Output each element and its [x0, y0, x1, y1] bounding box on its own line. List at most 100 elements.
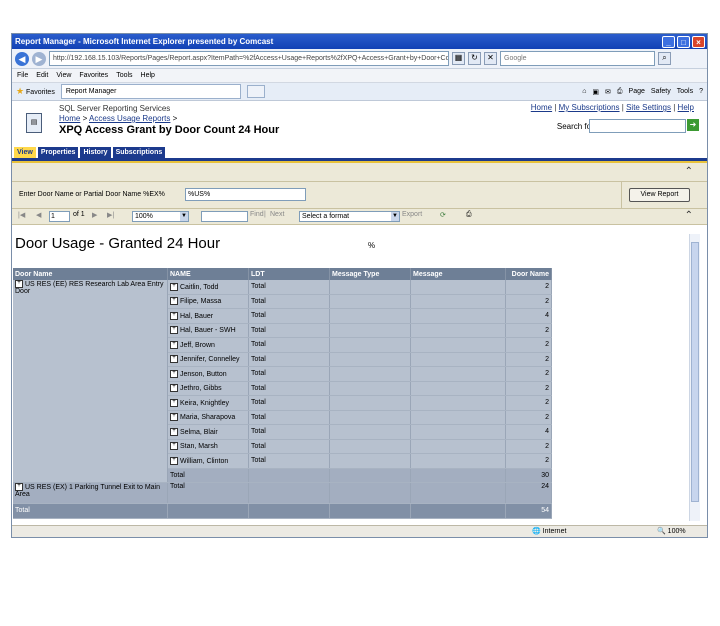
browser-tab[interactable]: Report Manager	[60, 84, 241, 99]
close-button[interactable]: ×	[692, 35, 705, 48]
tab-properties[interactable]: Properties	[37, 147, 79, 158]
report-icon: ▤	[26, 113, 42, 133]
message-cell	[410, 337, 506, 353]
col-name: NAME	[167, 268, 249, 280]
expand-icon[interactable]: +	[170, 398, 178, 407]
person-name: Selma, Blair	[180, 428, 218, 436]
empty-cell	[329, 503, 411, 519]
zoom-status[interactable]: 🔍 100%	[657, 527, 686, 535]
breadcrumb-folder[interactable]: Access Usage Reports	[89, 114, 170, 123]
message-cell	[410, 381, 506, 396]
collapse-icon[interactable]: ⌃	[685, 166, 693, 177]
address-bar[interactable]: http://192.168.15.103/Reports/Pages/Repo…	[49, 51, 449, 66]
page-number-input[interactable]: 1	[49, 211, 70, 222]
mail-icon[interactable]: ✉	[605, 88, 611, 96]
help-icon[interactable]: ?	[699, 88, 703, 96]
find-link[interactable]: Find	[250, 211, 264, 218]
expand-icon[interactable]: +	[170, 297, 178, 306]
message-type-cell	[329, 381, 411, 396]
expand-icon[interactable]: +	[170, 427, 178, 436]
tab-history[interactable]: History	[80, 147, 111, 158]
scrollbar-thumb[interactable]	[691, 242, 699, 502]
expand-icon[interactable]: +	[170, 384, 178, 393]
feeds-icon[interactable]: ▣	[592, 88, 599, 96]
person-name: Hal, Bauer	[180, 312, 214, 320]
print-report-icon[interactable]: ⎙	[466, 211, 472, 219]
message-cell	[410, 424, 506, 440]
expand-icon[interactable]: +	[170, 413, 178, 422]
count-cell: 2	[505, 410, 552, 425]
tab-view[interactable]: View	[14, 147, 36, 158]
expand-icon[interactable]: +	[15, 483, 23, 491]
safety-menu[interactable]: Safety	[651, 88, 671, 96]
menu-help[interactable]: Help	[141, 72, 155, 79]
expand-icon[interactable]: +	[170, 340, 178, 349]
expand-icon[interactable]: +	[170, 355, 178, 364]
expand-icon[interactable]: +	[170, 282, 178, 291]
print-icon[interactable]: ⎙	[617, 88, 623, 96]
expand-icon[interactable]: +	[170, 442, 178, 451]
search-input[interactable]: Google	[500, 51, 655, 66]
name-cell: + Keira, Knightley	[167, 395, 249, 411]
export-link[interactable]: Export	[402, 211, 422, 218]
name-cell: + Jethro, Gibbs	[167, 381, 249, 396]
message-cell	[410, 308, 506, 324]
stop-icon[interactable]: ✕	[484, 52, 497, 65]
expand-icon[interactable]: +	[170, 456, 178, 465]
vertical-scrollbar[interactable]	[689, 234, 700, 521]
menu-favorites[interactable]: Favorites	[79, 72, 108, 79]
table-row: + US RES (EE) RES Research Lab Area Entry…	[13, 280, 552, 483]
next-link[interactable]: Next	[270, 211, 284, 218]
message-cell	[410, 453, 506, 469]
minimize-button[interactable]: _	[662, 35, 675, 48]
tools-menu[interactable]: Tools	[677, 88, 693, 96]
menu-view[interactable]: View	[56, 72, 71, 79]
breadcrumb-home[interactable]: Home	[59, 114, 80, 123]
next-page-icon[interactable]: ▶	[92, 211, 97, 219]
menu-tools[interactable]: Tools	[116, 72, 132, 79]
export-format-select[interactable]: Select a format ▼	[299, 211, 400, 222]
menu-file[interactable]: File	[17, 72, 28, 79]
count-cell: 2	[505, 337, 552, 353]
maximize-button[interactable]: □	[677, 35, 690, 48]
search-icon[interactable]: ⌕	[658, 52, 671, 65]
refresh-icon[interactable]: ↻	[468, 52, 481, 65]
expand-icon[interactable]: +	[170, 369, 178, 378]
first-page-icon[interactable]: |◀	[18, 211, 25, 219]
home-icon[interactable]: ⌂	[582, 88, 586, 96]
new-tab-button[interactable]	[246, 85, 265, 98]
find-input[interactable]	[201, 211, 248, 222]
collapse-toolbar-icon[interactable]: ⌃	[685, 210, 693, 221]
forward-button[interactable]: ▶	[32, 51, 46, 66]
go-button[interactable]: ➜	[687, 119, 699, 131]
person-name: Keira, Knightley	[180, 399, 230, 407]
ldt-cell: Total	[248, 323, 330, 338]
door-name-input[interactable]: %US%	[185, 188, 306, 201]
expand-icon[interactable]: +	[15, 280, 23, 288]
back-button[interactable]: ◀	[15, 51, 29, 66]
person-name: William, Clinton	[180, 457, 229, 465]
name-cell: + Hal, Bauer - SWH	[167, 323, 249, 338]
link-site-settings[interactable]: Site Settings	[626, 103, 671, 112]
zoom-select[interactable]: 100% ▼	[132, 211, 189, 222]
link-home[interactable]: Home	[531, 103, 552, 112]
tab-subscriptions[interactable]: Subscriptions	[112, 147, 166, 158]
prev-page-icon[interactable]: ◀	[36, 211, 41, 219]
site-search-input[interactable]	[589, 119, 686, 133]
expand-icon[interactable]: +	[170, 326, 178, 335]
link-my-subscriptions[interactable]: My Subscriptions	[559, 103, 620, 112]
name-cell: + Jenson, Button	[167, 366, 249, 382]
last-page-icon[interactable]: ▶|	[107, 211, 114, 219]
favorites-button[interactable]: ★ Favorites	[16, 86, 55, 97]
page-menu[interactable]: Page	[629, 88, 645, 96]
link-help[interactable]: Help	[678, 103, 694, 112]
compat-icon[interactable]: ▦	[452, 52, 465, 65]
expand-icon[interactable]: +	[170, 311, 178, 320]
param-label: Enter Door Name or Partial Door Name %EX…	[19, 191, 165, 198]
person-name: Stan, Marsh	[180, 443, 218, 451]
refresh-report-icon[interactable]: ⟳	[440, 211, 446, 219]
menu-edit[interactable]: Edit	[36, 72, 48, 79]
subtotal-label: Total	[167, 468, 249, 483]
report-title: Door Usage - Granted 24 Hour	[15, 235, 221, 252]
view-report-button[interactable]: View Report	[629, 188, 690, 202]
